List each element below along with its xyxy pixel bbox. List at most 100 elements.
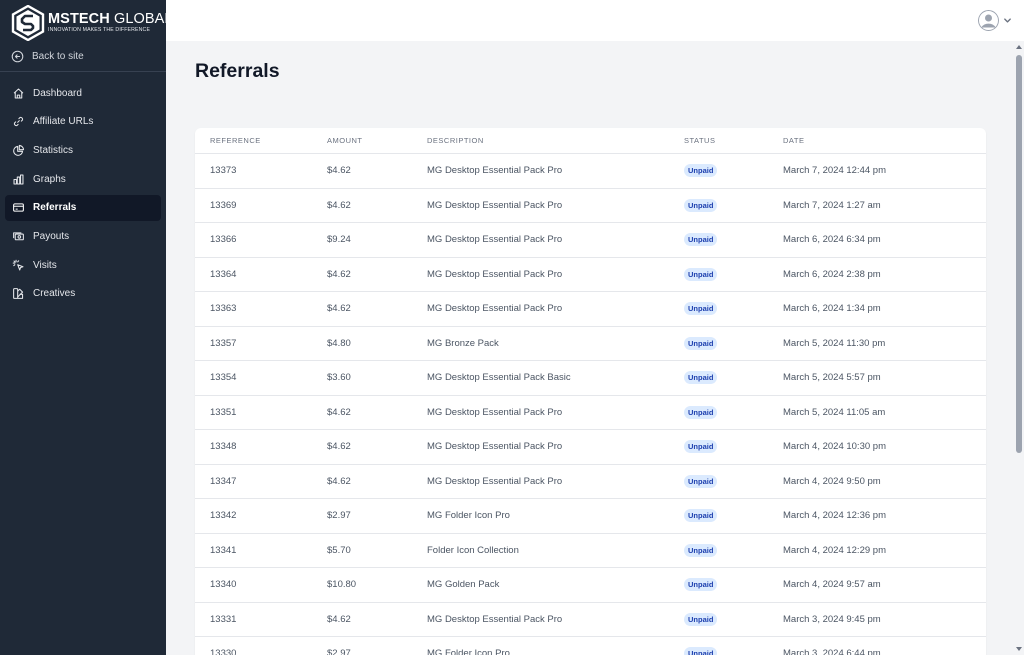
table-row[interactable]: 13347 $4.62 MG Desktop Essential Pack Pro U… <box>195 465 986 499</box>
back-to-site-link[interactable]: Back to site <box>11 48 84 64</box>
date-cell: March 4, 2024 12:29 pm <box>783 544 886 556</box>
chevron-down-icon[interactable] <box>1003 16 1012 25</box>
sidebar-item-statistics[interactable]: Statistics <box>5 137 161 163</box>
sidebar-item-graphs[interactable]: Graphs <box>5 166 161 192</box>
date-cell: March 6, 2024 1:34 pm <box>783 303 881 315</box>
description-cell: MG Desktop Essential Pack Basic <box>427 372 571 384</box>
description-cell: MG Desktop Essential Pack Pro <box>427 268 563 280</box>
logo-hexagon-icon <box>11 5 45 41</box>
sidebar-item-creatives[interactable]: Creatives <box>5 281 161 307</box>
status-badge: Unpaid <box>684 267 718 281</box>
color-swatch-icon <box>13 288 24 300</box>
sidebar-item-label: Visits <box>33 259 57 271</box>
reference-cell: 13354 <box>210 372 237 384</box>
amount-cell: $4.80 <box>327 337 351 349</box>
table-row[interactable]: 13342 $2.97 MG Folder Icon Pro Unpaid March … <box>195 499 986 534</box>
status-cell: Unpaid <box>684 233 718 247</box>
date-cell: March 3, 2024 6:44 pm <box>783 648 881 655</box>
sidebar-item-label: Dashboard <box>33 87 82 99</box>
status-badge: Unpaid <box>684 509 718 523</box>
status-badge: Unpaid <box>684 474 718 488</box>
sidebar-item-referrals[interactable]: Referrals <box>5 194 161 221</box>
user-icon <box>978 10 999 31</box>
brand-name: MSTECH GLOBAL <box>48 11 173 27</box>
description-cell: MG Desktop Essential Pack Pro <box>427 199 563 211</box>
amount-cell: $3.60 <box>327 372 351 384</box>
amount-cell: $2.97 <box>327 510 351 522</box>
brand-logo[interactable]: MSTECH GLOBAL INNOVATION MAKES THE DIFFE… <box>11 5 173 41</box>
table-row[interactable]: 13354 $3.60 MG Desktop Essential Pack Basi… <box>195 361 986 396</box>
column-header-description: DESCRIPTION <box>427 136 484 145</box>
reference-cell: 13351 <box>210 406 237 418</box>
status-badge: Unpaid <box>684 302 718 316</box>
table-row[interactable]: 13351 $4.62 MG Desktop Essential Pack Pro U… <box>195 396 986 430</box>
table-row[interactable]: 13348 $4.62 MG Desktop Essential Pack Pro U… <box>195 430 986 465</box>
table-row[interactable]: 13340 $10.80 MG Golden Pack Unpaid March 4, … <box>195 568 986 603</box>
status-cell: Unpaid <box>684 578 718 592</box>
column-header-status: STATUS <box>684 136 716 145</box>
amount-cell: $4.62 <box>327 475 351 487</box>
description-cell: MG Desktop Essential Pack Pro <box>427 475 563 487</box>
table-header: REFERENCE AMOUNT DESCRIPTION STATUS DATE <box>195 128 986 154</box>
sidebar: MSTECH GLOBAL INNOVATION MAKES THE DIFFE… <box>0 0 172 655</box>
sidebar-item-label: Payouts <box>33 230 70 242</box>
description-cell: Folder Icon Collection <box>427 544 519 556</box>
date-cell: March 4, 2024 10:30 pm <box>783 441 886 453</box>
sidebar-item-visits[interactable]: Visits <box>5 252 161 278</box>
reference-cell: 13331 <box>210 613 237 625</box>
table-row[interactable]: 13341 $5.70 Folder Icon Collection Unpaid Ma… <box>195 534 986 568</box>
status-badge: Unpaid <box>684 198 718 212</box>
reference-cell: 13330 <box>210 648 237 655</box>
status-cell: Unpaid <box>684 509 718 523</box>
status-badge: Unpaid <box>684 371 718 385</box>
link-icon <box>13 117 24 127</box>
sidebar-nav: Dashboard Affiliate URLs Statistics Grap… <box>5 80 161 310</box>
status-badge: Unpaid <box>684 164 718 178</box>
table-row[interactable]: 13373 $4.62 MG Desktop Essential Pack Pro U… <box>195 154 986 189</box>
table-row[interactable]: 13357 $4.80 MG Bronze Pack Unpaid March 5, 2… <box>195 327 986 361</box>
sidebar-item-label: Creatives <box>33 288 76 300</box>
status-badge: Unpaid <box>684 233 718 247</box>
sidebar-item-label: Graphs <box>33 173 66 185</box>
status-badge: Unpaid <box>684 336 718 350</box>
page-title: Referrals <box>195 60 280 82</box>
reference-cell: 13340 <box>210 579 237 591</box>
user-avatar[interactable] <box>978 10 999 31</box>
date-cell: March 6, 2024 6:34 pm <box>783 234 881 246</box>
status-cell: Unpaid <box>684 405 718 419</box>
description-cell: MG Desktop Essential Pack Pro <box>427 165 563 177</box>
reference-cell: 13341 <box>210 544 237 556</box>
status-cell: Unpaid <box>684 198 718 212</box>
status-cell: Unpaid <box>684 336 718 350</box>
table-row[interactable]: 13366 $9.24 MG Desktop Essential Pack Pro U… <box>195 223 986 258</box>
table-row[interactable]: 13364 $4.62 MG Desktop Essential Pack Pro U… <box>195 258 986 292</box>
description-cell: MG Folder Icon Pro <box>427 648 510 655</box>
sidebar-item-payouts[interactable]: Payouts <box>5 223 161 249</box>
status-cell: Unpaid <box>684 440 718 454</box>
sidebar-item-dashboard[interactable]: Dashboard <box>5 80 161 106</box>
sidebar-item-label: Referrals <box>33 202 77 214</box>
description-cell: MG Desktop Essential Pack Pro <box>427 406 563 418</box>
table-row[interactable]: 13330 $2.97 MG Folder Icon Pro Unpaid March … <box>195 637 986 655</box>
column-header-amount: AMOUNT <box>327 136 363 145</box>
scroll-up-arrow-icon[interactable] <box>1016 45 1022 49</box>
status-badge: Unpaid <box>684 405 718 419</box>
sidebar-divider <box>0 71 166 72</box>
status-cell: Unpaid <box>684 612 718 626</box>
scrollbar-thumb[interactable] <box>1016 55 1022 453</box>
status-cell: Unpaid <box>684 267 718 281</box>
table-row[interactable]: 13363 $4.62 MG Desktop Essential Pack Pro U… <box>195 292 986 327</box>
sidebar-item-label: Statistics <box>33 144 74 156</box>
table-row[interactable]: 13331 $4.62 MG Desktop Essential Pack Pro U… <box>195 603 986 637</box>
home-icon <box>13 88 24 98</box>
sidebar-item-affiliate-urls[interactable]: Affiliate URLs <box>5 109 161 135</box>
table-row[interactable]: 13369 $4.62 MG Desktop Essential Pack Pro U… <box>195 189 986 223</box>
bar-chart-icon <box>13 174 24 185</box>
amount-cell: $2.97 <box>327 648 351 655</box>
amount-cell: $10.80 <box>327 579 357 591</box>
arrow-left-circle-icon <box>11 50 24 62</box>
amount-cell: $4.62 <box>327 441 351 453</box>
cursor-click-icon <box>12 259 24 271</box>
date-cell: March 7, 2024 1:27 am <box>783 199 881 211</box>
scroll-down-arrow-icon[interactable] <box>1016 647 1022 651</box>
